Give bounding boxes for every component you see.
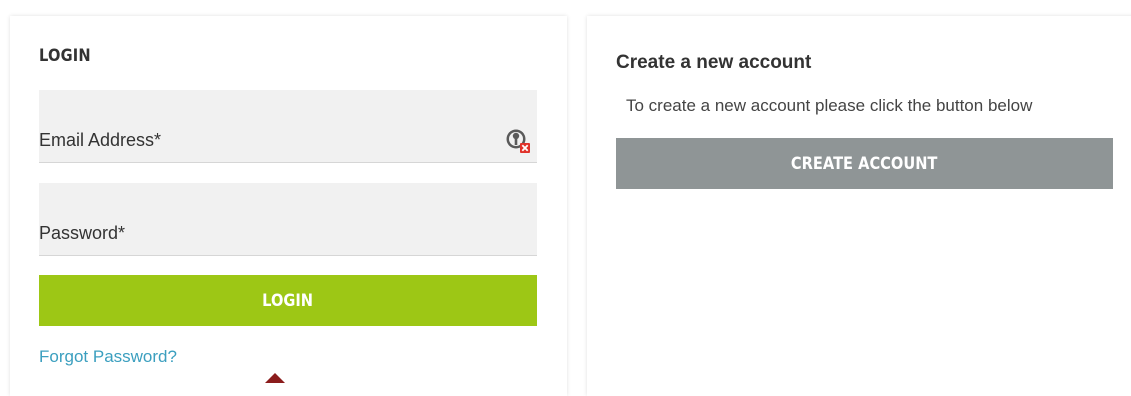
login-button-label: LOGIN <box>262 290 314 311</box>
create-account-button[interactable]: CREATE ACCOUNT <box>616 138 1113 189</box>
register-panel: Create a new account To create a new acc… <box>587 16 1131 396</box>
create-account-button-label: CREATE ACCOUNT <box>791 153 938 174</box>
login-panel: LOGIN Email Address* Password* LOGIN For… <box>10 16 567 396</box>
create-account-title: Create a new account <box>616 52 812 73</box>
password-manager-key-icon[interactable] <box>505 128 531 154</box>
login-title: LOGIN <box>39 46 91 66</box>
scroll-marker-icon <box>265 373 285 383</box>
email-field[interactable]: Email Address* <box>39 90 537 163</box>
password-label: Password* <box>39 223 126 243</box>
email-label: Email Address* <box>39 130 162 150</box>
login-button[interactable]: LOGIN <box>39 275 537 326</box>
create-account-description: To create a new account please click the… <box>626 96 1033 115</box>
forgot-password-link[interactable]: Forgot Password? <box>39 347 177 367</box>
password-field[interactable]: Password* <box>39 183 537 256</box>
